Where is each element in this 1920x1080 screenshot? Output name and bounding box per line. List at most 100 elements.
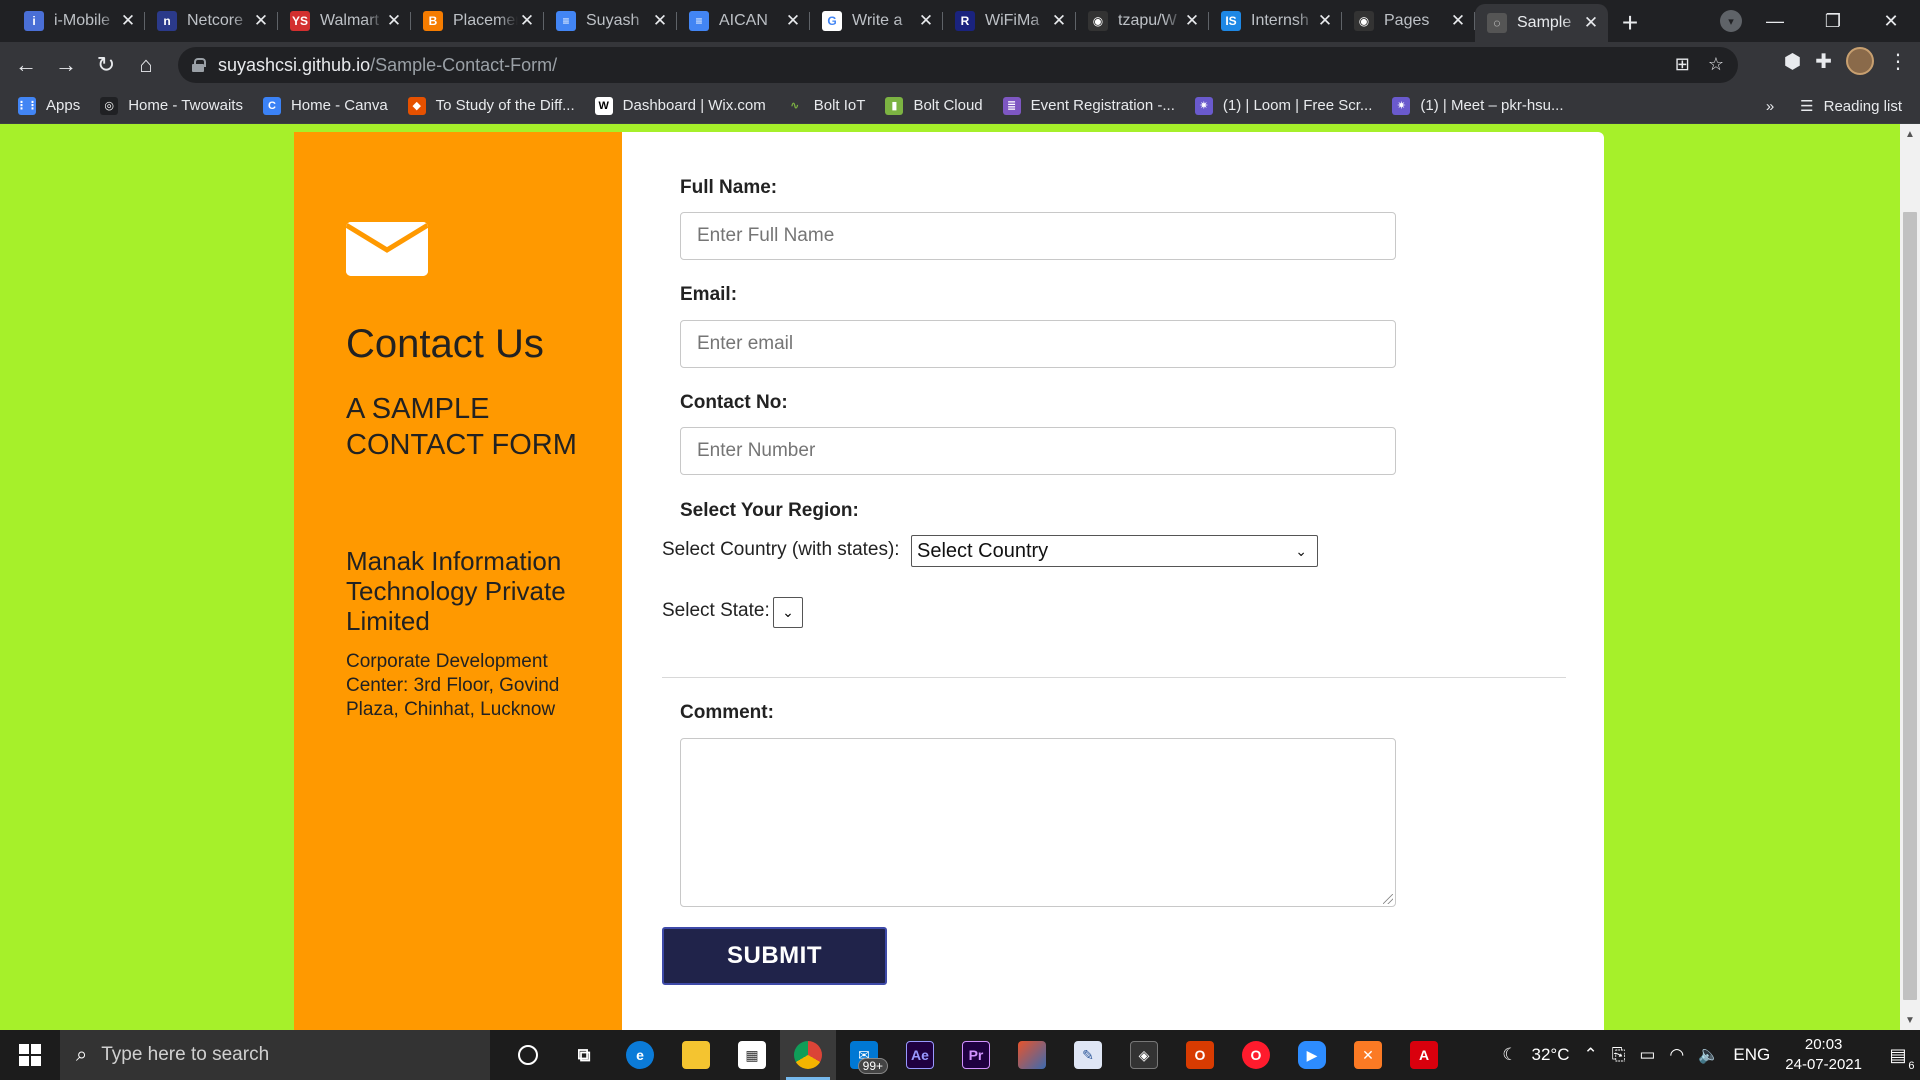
edge-icon[interactable]: e (612, 1030, 668, 1080)
zoom-icon[interactable]: ▶ (1284, 1030, 1340, 1080)
tab-title: i-Mobile (54, 12, 111, 29)
more-bookmarks-button[interactable]: » (1766, 98, 1774, 115)
resize-grip-icon[interactable] (1383, 894, 1393, 904)
page-scrollbar[interactable]: ▲ ▼ (1900, 124, 1920, 1030)
contact-no-input[interactable] (680, 427, 1396, 475)
tab-close-icon[interactable]: ✕ (385, 11, 403, 31)
battery-icon[interactable]: ▭ (1639, 1045, 1655, 1065)
scroll-up-icon[interactable]: ▲ (1900, 124, 1920, 144)
browser-tab[interactable]: i i-Mobile ✕ (12, 4, 145, 38)
tab-close-icon[interactable]: ✕ (1449, 11, 1467, 31)
tab-close-icon[interactable]: ✕ (518, 11, 536, 31)
tab-close-icon[interactable]: ✕ (119, 11, 137, 31)
app-icon[interactable]: ◈ (1116, 1030, 1172, 1080)
language-indicator[interactable]: ENG (1733, 1045, 1770, 1065)
browser-tab[interactable]: ◉ Pages ✕ (1342, 4, 1475, 38)
volume-icon[interactable]: 🔈 (1698, 1045, 1719, 1065)
tab-close-icon[interactable]: ✕ (1582, 13, 1600, 33)
browser-tab[interactable]: B Placement✕ (411, 4, 544, 38)
tab-search-icon[interactable]: ▾ (1720, 10, 1742, 32)
reading-list-button[interactable]: ☰ Reading list (1800, 97, 1902, 116)
opera-icon[interactable]: O (1228, 1030, 1284, 1080)
bookmark-item[interactable]: ▮ Bolt Cloud (885, 96, 983, 115)
browser-tab[interactable]: n Netcore ✕ (145, 4, 278, 38)
home-icon[interactable]: ⌂ (126, 45, 166, 85)
xampp-icon[interactable]: ✕ (1340, 1030, 1396, 1080)
browser-tab[interactable]: IS Internsh ✕ (1209, 4, 1342, 38)
clock[interactable]: 20:03 24-07-2021 (1785, 1035, 1862, 1075)
bookmark-item[interactable]: C Home - Canva (262, 96, 388, 115)
matlab-icon[interactable] (1004, 1030, 1060, 1080)
full-name-input[interactable] (680, 212, 1396, 260)
taskbar-search[interactable]: ⌕ Type here to search (60, 1030, 490, 1080)
office-icon[interactable]: O (1172, 1030, 1228, 1080)
profile-avatar[interactable] (1846, 47, 1874, 75)
state-select[interactable]: ⌄ (773, 597, 803, 628)
country-select[interactable]: Select Country ⌄ (911, 535, 1318, 567)
browser-tab[interactable]: ≡ Suyash ✕ (544, 4, 677, 38)
temperature[interactable]: 32°C (1532, 1045, 1570, 1065)
submit-button[interactable]: SUBMIT (662, 927, 887, 985)
browser-tab[interactable]: YS Walmart ✕ (278, 4, 411, 38)
bookmark-star-icon[interactable]: ☆ (1708, 54, 1724, 75)
browser-toolbar: ← → ↻ ⌂ suyashcsi.github.io/Sample-Conta… (0, 42, 1920, 88)
browser-tab[interactable]: ◌ Sample ✕ (1475, 4, 1608, 42)
close-window-icon[interactable]: ✕ (1862, 0, 1920, 42)
cortana-icon[interactable] (500, 1030, 556, 1080)
after-effects-icon[interactable]: Ae (892, 1030, 948, 1080)
task-view-icon[interactable]: ⧉ (556, 1030, 612, 1080)
chevron-up-icon[interactable]: ⌃ (1583, 1045, 1597, 1065)
bookmark-item[interactable]: ◆ To Study of the Diff... (407, 96, 575, 115)
install-app-icon[interactable]: ⊞ (1675, 54, 1690, 75)
bookmark-item[interactable]: ✷ (1) | Loom | Free Scr... (1194, 96, 1372, 115)
extensions-puzzle-icon[interactable]: ✚ (1815, 49, 1832, 74)
mail-icon[interactable]: ✉ 99+ (836, 1030, 892, 1080)
back-icon[interactable]: ← (6, 45, 46, 85)
menu-kebab-icon[interactable]: ⋮ (1888, 49, 1908, 74)
premiere-icon[interactable]: Pr (948, 1030, 1004, 1080)
tab-close-icon[interactable]: ✕ (1050, 11, 1068, 31)
scroll-thumb[interactable] (1903, 212, 1917, 1000)
new-tab-button[interactable]: + (1608, 4, 1652, 42)
bookmark-item[interactable]: ✷ (1) | Meet – pkr-hsu... (1392, 96, 1564, 115)
browser-tab[interactable]: R WiFiMa ✕ (943, 4, 1076, 38)
tab-close-icon[interactable]: ✕ (252, 11, 270, 31)
bookmark-item[interactable]: W Dashboard | Wix.com (594, 96, 766, 115)
acrobat-icon[interactable]: A (1396, 1030, 1452, 1080)
scroll-down-icon[interactable]: ▼ (1900, 1010, 1920, 1030)
bookmark-item[interactable]: ⋮⋮ Apps (16, 96, 80, 115)
notification-center-icon[interactable]: ▤ 6 (1876, 1030, 1920, 1080)
wifi-icon[interactable]: ◠ (1669, 1045, 1684, 1065)
tab-close-icon[interactable]: ✕ (917, 11, 935, 31)
browser-tab[interactable]: ≡ AICAN ✕ (677, 4, 810, 38)
browser-tab[interactable]: ◉ tzapu/W ✕ (1076, 4, 1209, 38)
tab-favicon-icon: ≡ (556, 11, 576, 31)
extension-cube-icon[interactable]: ⬢ (1784, 49, 1801, 74)
comment-textarea[interactable] (680, 738, 1396, 907)
tab-close-icon[interactable]: ✕ (1183, 11, 1201, 31)
address-bar[interactable]: suyashcsi.github.io/Sample-Contact-Form/… (178, 47, 1738, 83)
tab-close-icon[interactable]: ✕ (1316, 11, 1334, 31)
tab-close-icon[interactable]: ✕ (784, 11, 802, 31)
bookmark-item[interactable]: ≣ Event Registration -... (1002, 96, 1175, 115)
meet-now-icon[interactable]: ⎘ (1612, 1045, 1626, 1065)
reload-icon[interactable]: ↻ (86, 45, 126, 85)
bookmark-item[interactable]: ◎ Home - Twowaits (100, 96, 243, 115)
lock-icon[interactable] (192, 58, 206, 72)
windows-start-icon[interactable] (0, 1030, 60, 1080)
comment-label: Comment: (680, 702, 774, 723)
minimize-icon[interactable]: — (1746, 0, 1804, 42)
tab-favicon-icon: IS (1221, 11, 1241, 31)
weather-icon[interactable]: ☾ (1502, 1045, 1517, 1065)
forward-icon[interactable]: → (46, 45, 86, 85)
bookmark-item[interactable]: ∿ Bolt IoT (785, 96, 865, 115)
restore-icon[interactable]: ❐ (1804, 0, 1862, 42)
tab-close-icon[interactable]: ✕ (651, 11, 669, 31)
email-input[interactable] (680, 320, 1396, 368)
tab-favicon-icon: B (423, 11, 443, 31)
file-explorer-icon[interactable] (668, 1030, 724, 1080)
store-icon[interactable]: ▦ (724, 1030, 780, 1080)
browser-tab[interactable]: G Write a ✕ (810, 4, 943, 38)
notepad-icon[interactable]: ✎ (1060, 1030, 1116, 1080)
chrome-icon[interactable] (780, 1030, 836, 1080)
